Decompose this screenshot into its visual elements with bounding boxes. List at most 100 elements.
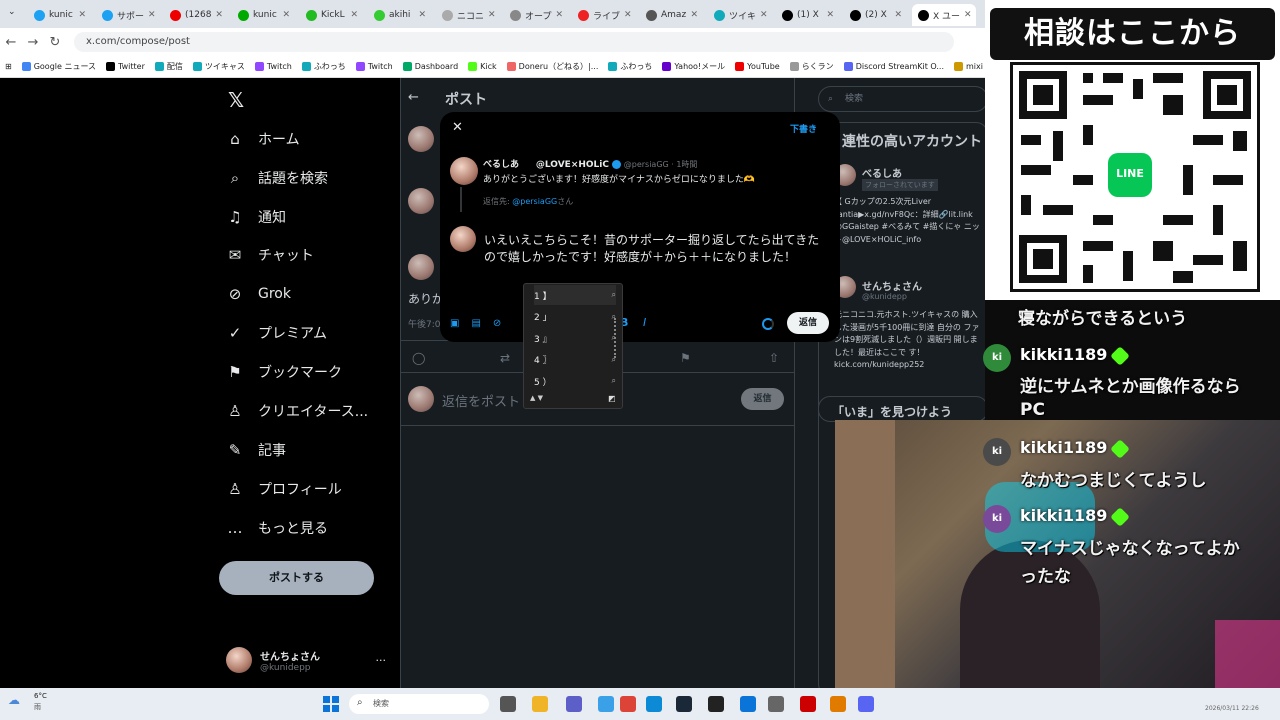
- bookmark-item[interactable]: mixi: [949, 62, 988, 71]
- post-button[interactable]: ポストする: [219, 561, 374, 595]
- nav-item[interactable]: ⚑ ブックマーク: [226, 355, 342, 389]
- bookmark-item[interactable]: Yahoo!メール: [657, 61, 730, 72]
- browser-tab[interactable]: サポー ✕: [96, 4, 160, 26]
- nav-item[interactable]: ⌂ ホーム: [226, 122, 299, 156]
- close-tab-icon[interactable]: ✕: [282, 10, 290, 20]
- obs-icon[interactable]: [708, 696, 724, 712]
- replying-handle[interactable]: @persiaGG: [512, 197, 557, 206]
- browser-tab[interactable]: akihi ✕: [368, 4, 432, 26]
- bookmark-item[interactable]: Twitch: [250, 62, 297, 71]
- browser-tab[interactable]: (2) X ✕: [844, 4, 908, 26]
- ime-expand-icon[interactable]: ◩: [608, 394, 616, 403]
- bookmark-item[interactable]: らくラン: [785, 61, 839, 72]
- bookmark-item[interactable]: Dashboard: [398, 62, 463, 71]
- close-tab-icon[interactable]: ✕: [488, 10, 496, 20]
- close-tab-icon[interactable]: ✕: [964, 10, 972, 20]
- browser-tab[interactable]: ニコニ ✕: [436, 4, 500, 26]
- tab-list-icon[interactable]: ⌄: [8, 7, 16, 17]
- italic-icon[interactable]: I: [643, 316, 646, 329]
- ime-candidate[interactable]: 1 】 ⌕: [534, 285, 616, 305]
- browser-tab[interactable]: ツイキ ✕: [708, 4, 772, 26]
- back-icon[interactable]: ←: [0, 35, 22, 50]
- copilot-icon[interactable]: [598, 696, 614, 712]
- close-tab-icon[interactable]: ✕: [215, 10, 223, 20]
- edge-icon[interactable]: [646, 696, 662, 712]
- start-icon[interactable]: [323, 696, 339, 712]
- nav-item[interactable]: ⊘ Grok: [226, 277, 291, 311]
- nav-item[interactable]: … もっと見る: [226, 511, 329, 545]
- store-icon[interactable]: [768, 696, 784, 712]
- nav-item[interactable]: ✎ 記事: [226, 433, 286, 467]
- close-tab-icon[interactable]: ✕: [350, 10, 358, 20]
- close-tab-icon[interactable]: ✕: [624, 10, 632, 20]
- browser-tab[interactable]: Amaz ✕: [640, 4, 704, 26]
- close-tab-icon[interactable]: ✕: [894, 10, 902, 20]
- browser-tab[interactable]: kunic ✕: [232, 4, 296, 26]
- close-tab-icon[interactable]: ✕: [826, 10, 834, 20]
- bookmark-item[interactable]: ツイキャス: [188, 61, 250, 72]
- weather-icon[interactable]: ☁: [8, 693, 20, 707]
- bookmark-item[interactable]: Kick: [463, 62, 502, 71]
- taskbar-search[interactable]: 検索: [349, 694, 489, 714]
- browser-tab[interactable]: (1268 ✕: [164, 4, 228, 26]
- task-view-icon[interactable]: [500, 696, 516, 712]
- bookmark-item[interactable]: ふわっち: [603, 61, 657, 72]
- close-tab-icon[interactable]: ✕: [418, 10, 426, 20]
- x-logo-icon[interactable]: 𝕏: [228, 88, 244, 112]
- browser-tab[interactable]: KickL ✕: [300, 4, 364, 26]
- browser-tab[interactable]: kunic ✕: [28, 4, 92, 26]
- bookmark-item[interactable]: Twitter: [101, 62, 150, 71]
- ime-scrollbar[interactable]: [614, 318, 616, 358]
- bookmark-item[interactable]: Twitch: [351, 62, 398, 71]
- ime-candidate[interactable]: 5 ） ⌕: [534, 371, 616, 391]
- close-tab-icon[interactable]: ✕: [760, 10, 768, 20]
- close-tab-icon[interactable]: ✕: [555, 10, 563, 20]
- record-icon[interactable]: [800, 696, 816, 712]
- account-switcher[interactable]: せんちょさん @kunidepp ···: [226, 640, 386, 680]
- discord-icon[interactable]: [858, 696, 874, 712]
- search-icon[interactable]: ⌕: [612, 290, 616, 300]
- chrome-icon[interactable]: [620, 696, 636, 712]
- bookmark-item[interactable]: YouTube: [730, 62, 785, 71]
- mail-icon[interactable]: [740, 696, 756, 712]
- bookmark-item[interactable]: Discord StreamKit O...: [839, 62, 949, 71]
- gif-icon[interactable]: ▤: [471, 318, 480, 329]
- reload-icon[interactable]: ↻: [44, 35, 66, 50]
- close-icon[interactable]: ✕: [452, 120, 463, 135]
- nav-item[interactable]: ✉ チャット: [226, 238, 314, 272]
- nav-item[interactable]: ✓ プレミアム: [226, 316, 327, 350]
- compose-textarea[interactable]: いえいえこちらこそ！昔のサポーター掘り返してたら出てきたので嬉しかったです！好感…: [484, 232, 824, 266]
- browser-tab[interactable]: X ユー ✕: [912, 4, 976, 26]
- close-tab-icon[interactable]: ✕: [148, 10, 156, 20]
- bookmark-item[interactable]: 配信: [150, 61, 188, 72]
- nav-item[interactable]: ♙ プロフィール: [226, 472, 341, 506]
- ime-candidate[interactable]: 4 〗 ⌕: [534, 350, 616, 370]
- image-icon[interactable]: ▣: [450, 318, 459, 329]
- grok-icon[interactable]: ⊘: [493, 318, 501, 329]
- steam-icon[interactable]: [676, 696, 692, 712]
- more-icon[interactable]: ···: [376, 654, 387, 667]
- url-field[interactable]: x.com/compose/post: [74, 32, 954, 52]
- apps-grid-icon[interactable]: ⊞: [0, 62, 17, 71]
- bookmark-item[interactable]: Doneru（どねる）|...: [502, 61, 604, 72]
- ime-candidate[interactable]: 2 」 ⌕: [534, 307, 616, 327]
- browser-tab[interactable]: オープ ✕: [504, 4, 568, 26]
- reply-button[interactable]: 返信: [787, 312, 829, 334]
- nav-item[interactable]: ♙ クリエイタース...: [226, 394, 368, 428]
- bookmark-item[interactable]: Google ニュース: [17, 61, 101, 72]
- close-tab-icon[interactable]: ✕: [690, 10, 698, 20]
- browser-tab[interactable]: (1) X ✕: [776, 4, 840, 26]
- close-tab-icon[interactable]: ✕: [78, 10, 86, 20]
- bookmark-item[interactable]: ふわっち: [297, 61, 351, 72]
- file-explorer-icon[interactable]: [532, 696, 548, 712]
- nav-item[interactable]: ♫ 通知: [226, 200, 286, 234]
- app-icon[interactable]: [830, 696, 846, 712]
- teams-icon[interactable]: [566, 696, 582, 712]
- forward-icon[interactable]: →: [22, 35, 44, 50]
- ime-candidate[interactable]: 3 』 ⌕: [534, 328, 616, 348]
- ime-page-arrows-icon[interactable]: ▲ ▼: [530, 394, 543, 402]
- nav-item[interactable]: ⌕ 話題を検索: [226, 161, 328, 195]
- browser-tab[interactable]: ライブ ✕: [572, 4, 636, 26]
- drafts-link[interactable]: 下書き: [790, 122, 817, 135]
- search-icon[interactable]: ⌕: [612, 376, 616, 386]
